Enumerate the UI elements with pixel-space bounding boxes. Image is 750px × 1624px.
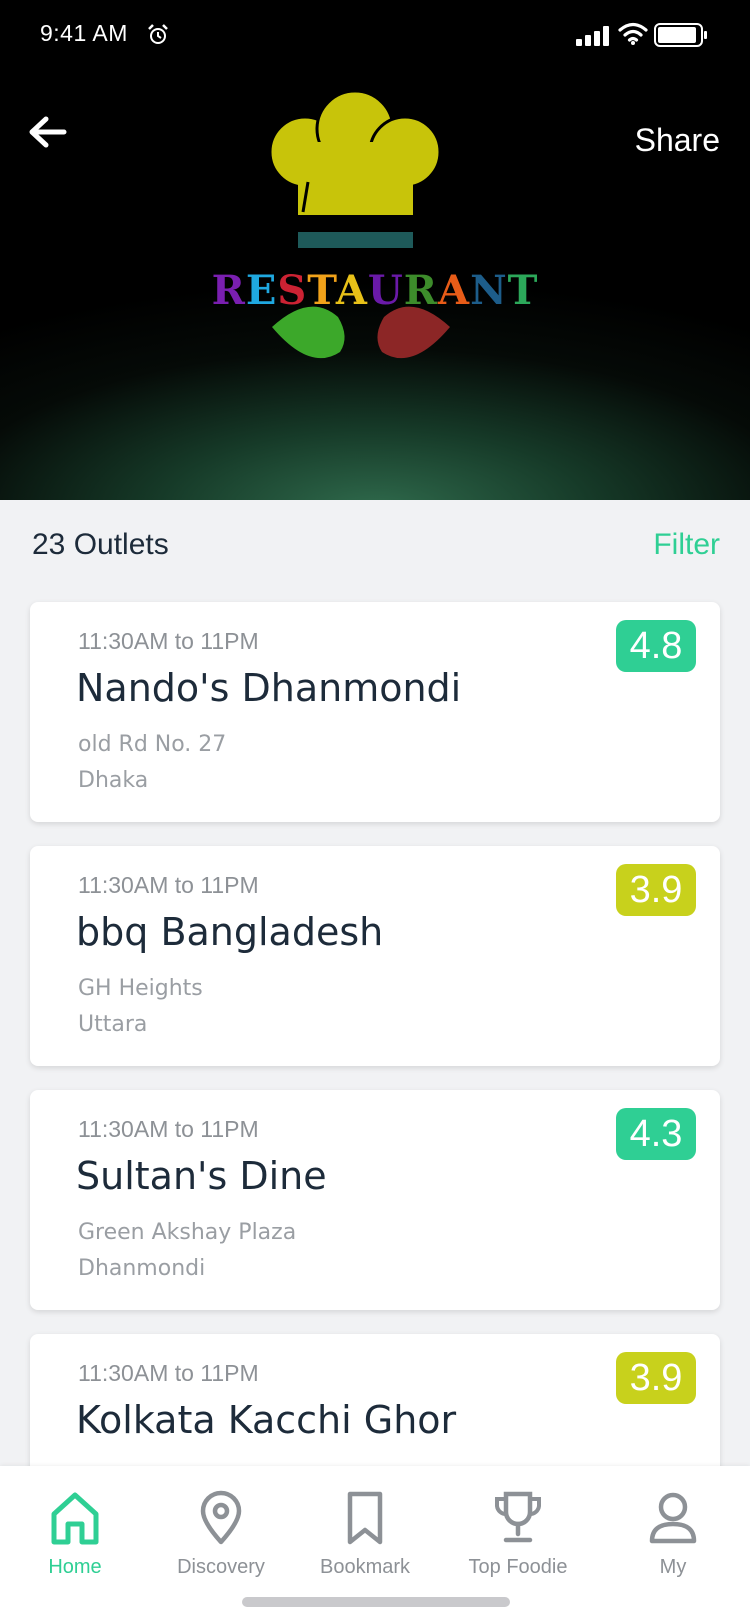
rating-badge: 4.8: [616, 620, 696, 672]
bookmark-icon: [347, 1491, 383, 1545]
nav-tab-my[interactable]: My: [598, 1466, 748, 1596]
outlet-name: bbq Bangladesh: [76, 910, 384, 954]
user-icon: [649, 1492, 697, 1544]
outlet-name: Kolkata Kacchi Ghor: [76, 1398, 457, 1442]
home-indicator: [242, 1597, 510, 1607]
rating-badge: 3.9: [616, 864, 696, 916]
logo-letter: A: [335, 267, 368, 314]
hero-banner: 9:41 AM Share RESTAURANT: [0, 0, 750, 500]
outlet-hours: 11:30AM to 11PM: [78, 872, 259, 898]
outlet-address-line1: old Rd No. 27: [78, 732, 227, 757]
home-icon: [51, 1492, 99, 1545]
cellular-signal-icon: [576, 26, 609, 46]
trophy-icon: [495, 1491, 541, 1543]
logo-letter: U: [367, 267, 404, 314]
rating-badge: 4.3: [616, 1108, 696, 1160]
logo-letter: S: [277, 267, 308, 314]
outlet-name: Nando's Dhanmondi: [76, 666, 462, 710]
logo-letter: T: [507, 267, 539, 314]
outlet-address-line2: Dhaka: [78, 768, 149, 793]
status-time: 9:41 AM: [40, 20, 128, 46]
back-arrow-icon[interactable]: [24, 110, 72, 158]
alarm-clock-icon: [148, 24, 168, 44]
nav-label: My: [659, 1556, 687, 1578]
outlet-card[interactable]: 11:30AM to 11PM Sultan's Dine Green Aksh…: [30, 1090, 720, 1310]
nav-tab-home[interactable]: Home: [0, 1466, 150, 1596]
logo-letter: E: [245, 267, 278, 314]
outlet-address-line1: Green Akshay Plaza: [78, 1220, 297, 1245]
nav-label: Top Foodie: [468, 1556, 568, 1578]
logo-letter: A: [438, 267, 471, 314]
restaurant-logo: RESTAURANT: [190, 82, 560, 392]
nav-tab-top-foodie[interactable]: Top Foodie: [443, 1466, 593, 1596]
nav-label: Discovery: [177, 1556, 265, 1578]
outlet-hours: 11:30AM to 11PM: [78, 1116, 259, 1142]
outlet-card[interactable]: 11:30AM to 11PM Nando's Dhanmondi old Rd…: [30, 602, 720, 822]
share-button[interactable]: Share: [635, 122, 720, 159]
outlet-address-line2: Uttara: [78, 1012, 148, 1037]
logo-letter: T: [307, 267, 336, 314]
nav-tab-bookmark[interactable]: Bookmark: [290, 1466, 440, 1596]
rating-badge: 3.9: [616, 1352, 696, 1404]
outlet-address-line1: GH Heights: [78, 976, 203, 1001]
outlet-name: Sultan's Dine: [76, 1154, 327, 1198]
outlet-card[interactable]: 11:30AM to 11PM bbq Bangladesh GH Height…: [30, 846, 720, 1066]
wifi-icon: [618, 22, 648, 45]
filter-button[interactable]: Filter: [653, 528, 720, 562]
logo-wordmark: RESTAURANT: [190, 267, 560, 314]
logo-letter: N: [470, 267, 508, 314]
logo-letter: R: [211, 267, 246, 314]
outlets-count: 23 Outlets: [32, 528, 169, 561]
nav-label: Home: [48, 1556, 102, 1578]
nav-tab-discovery[interactable]: Discovery: [146, 1466, 296, 1596]
outlet-address-line2: Dhanmondi: [78, 1256, 206, 1281]
outlet-hours: 11:30AM to 11PM: [78, 1360, 259, 1386]
nav-label: Bookmark: [319, 1556, 411, 1578]
chef-hat-icon: [268, 89, 450, 359]
battery-icon: [654, 23, 707, 47]
status-bar: 9:41 AM: [0, 0, 750, 70]
location-pin-icon: [200, 1490, 242, 1545]
outlet-hours: 11:30AM to 11PM: [78, 628, 259, 654]
logo-letter: R: [403, 267, 439, 314]
